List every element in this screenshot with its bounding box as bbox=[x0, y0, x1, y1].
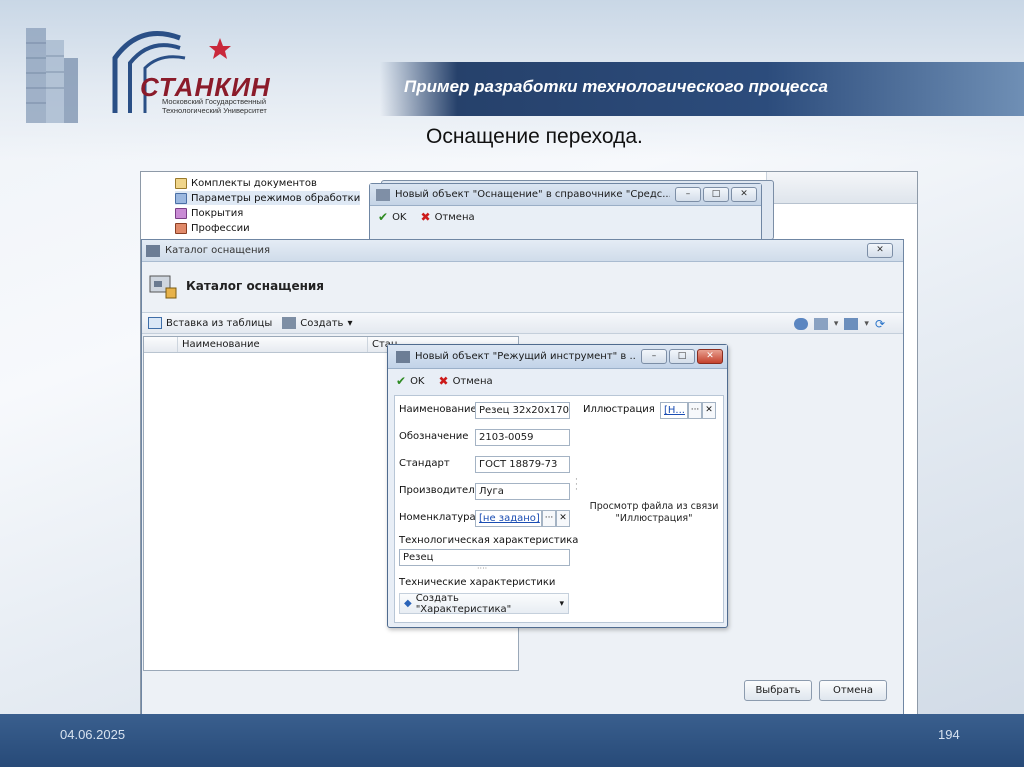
filter-dropdown-icon[interactable]: ▾ bbox=[834, 319, 839, 329]
manufacturer-field[interactable]: Луга bbox=[475, 483, 570, 500]
catalog-cancel-button[interactable]: Отмена bbox=[819, 680, 887, 701]
minimize-button[interactable]: – bbox=[675, 187, 701, 202]
footer-band bbox=[0, 714, 1024, 767]
maximize-button[interactable]: □ bbox=[669, 349, 695, 364]
name-field[interactable]: Резец 32х20х170 2 bbox=[475, 402, 570, 419]
slide-title: Пример разработки технологического проце… bbox=[404, 77, 828, 96]
manufacturer-label: Производитель bbox=[399, 485, 481, 496]
cancel-button[interactable]: Отмена bbox=[453, 376, 493, 387]
illustration-preview: Просмотр файла из связи "Иллюстрация" bbox=[589, 501, 719, 524]
illustration-clear-button[interactable]: ✕ bbox=[702, 402, 716, 419]
view-dropdown-icon[interactable]: ▾ bbox=[864, 319, 869, 329]
designation-field[interactable]: 2103-0059 bbox=[475, 429, 570, 446]
app-screenshot: Комплекты документов Параметры режимов о… bbox=[140, 171, 918, 716]
column-header-name[interactable]: Наименование bbox=[178, 337, 368, 352]
tree-item-coatings[interactable]: Покрытия bbox=[175, 206, 243, 220]
nomenclature-browse-button[interactable]: ··· bbox=[542, 510, 556, 527]
catalog-close-button[interactable]: ✕ bbox=[867, 243, 893, 258]
cancel-button[interactable]: Отмена bbox=[435, 212, 475, 223]
check-icon: ✔ bbox=[378, 210, 389, 224]
maximize-button[interactable]: □ bbox=[703, 187, 729, 202]
create-characteristic-icon: ◆ bbox=[404, 598, 412, 609]
catalog-toolbar: Вставка из таблицы Создать ▾ ▾ ▾ ⟳ bbox=[142, 312, 903, 334]
slide-subtitle: Оснащение перехода. bbox=[426, 125, 643, 148]
filter-icon[interactable] bbox=[813, 318, 828, 330]
object-form: Наименование Резец 32х20х170 2 Иллюстрац… bbox=[394, 395, 724, 623]
nomenclature-clear-button[interactable]: ✕ bbox=[556, 510, 570, 527]
refresh-icon[interactable]: ⟳ bbox=[875, 317, 885, 331]
close-button[interactable]: ✕ bbox=[697, 349, 723, 364]
slide-page-number: 194 bbox=[938, 727, 960, 742]
cutting-tool-dialog: Новый объект "Режущий инструмент" в ... … bbox=[387, 344, 728, 628]
user-icon[interactable] bbox=[793, 318, 808, 330]
toolbar-right: ▾ ▾ ⟳ bbox=[793, 317, 885, 331]
view-icon[interactable] bbox=[844, 318, 859, 330]
tech-specs-label: Технические характеристики bbox=[399, 577, 556, 588]
standard-field[interactable]: ГОСТ 18879-73 bbox=[475, 456, 570, 473]
equipment-dialog-title: Новый объект "Оснащение" в справочнике "… bbox=[395, 189, 670, 200]
illustration-field[interactable]: [Н... bbox=[660, 402, 688, 419]
cutting-tool-dialog-title: Новый объект "Режущий инструмент" в ... bbox=[415, 351, 636, 362]
slide-date: 04.06.2025 bbox=[60, 727, 126, 742]
ok-button[interactable]: OK bbox=[392, 212, 406, 223]
insert-from-table-button[interactable]: Вставка из таблицы bbox=[166, 318, 272, 329]
cancel-x-icon: ✖ bbox=[420, 210, 431, 224]
illustration-browse-button[interactable]: ··· bbox=[688, 402, 702, 419]
catalog-window-title: Каталог оснащения bbox=[165, 245, 271, 256]
create-icon bbox=[282, 317, 297, 329]
tree-item-professions[interactable]: Профессии bbox=[175, 221, 250, 235]
reference-tree: Комплекты документов Параметры режимов о… bbox=[141, 172, 406, 242]
tree-item-processing-params[interactable]: Параметры режимов обработки bbox=[175, 191, 361, 205]
equipment-dialog: Новый объект "Оснащение" в справочнике "… bbox=[369, 183, 762, 243]
close-button[interactable]: ✕ bbox=[731, 187, 757, 202]
tree-item-document-sets[interactable]: Комплекты документов bbox=[175, 176, 317, 190]
check-icon: ✔ bbox=[396, 374, 407, 388]
illustration-label: Иллюстрация bbox=[583, 404, 655, 415]
select-button[interactable]: Выбрать bbox=[744, 680, 812, 701]
dialog-icon bbox=[396, 350, 410, 363]
catalog-heading: Каталог оснащения bbox=[148, 272, 324, 300]
create-button[interactable]: Создать bbox=[300, 318, 343, 329]
tech-char-label: Технологическая характеристика bbox=[399, 535, 579, 546]
create-dropdown-icon[interactable]: ▾ bbox=[347, 318, 352, 329]
logo-subtitle: Московский Государственный Технологическ… bbox=[162, 97, 267, 115]
cancel-x-icon: ✖ bbox=[438, 374, 449, 388]
params-icon bbox=[175, 192, 187, 204]
ok-button[interactable]: OK bbox=[410, 376, 424, 387]
table-icon bbox=[148, 317, 162, 329]
splitter-handle[interactable]: · · · bbox=[575, 476, 578, 495]
dropdown-arrow-icon[interactable]: ▾ bbox=[559, 599, 564, 609]
catalog-window-icon bbox=[146, 244, 160, 257]
designation-label: Обозначение bbox=[399, 431, 469, 442]
catalog-icon bbox=[149, 275, 177, 299]
standard-label: Стандарт bbox=[399, 458, 450, 469]
window-icon bbox=[376, 188, 390, 201]
folder-icon bbox=[175, 177, 187, 189]
profession-icon bbox=[175, 222, 187, 234]
coating-icon bbox=[175, 207, 187, 219]
minimize-button[interactable]: – bbox=[641, 349, 667, 364]
resize-grip[interactable]: ···· bbox=[477, 564, 487, 573]
nomenclature-field[interactable]: [не задано] bbox=[475, 510, 542, 527]
nomenclature-label: Номенклатура bbox=[399, 512, 476, 523]
name-label: Наименование bbox=[399, 404, 477, 415]
create-characteristic-button[interactable]: ◆ Создать "Характеристика" ▾ bbox=[399, 593, 569, 615]
